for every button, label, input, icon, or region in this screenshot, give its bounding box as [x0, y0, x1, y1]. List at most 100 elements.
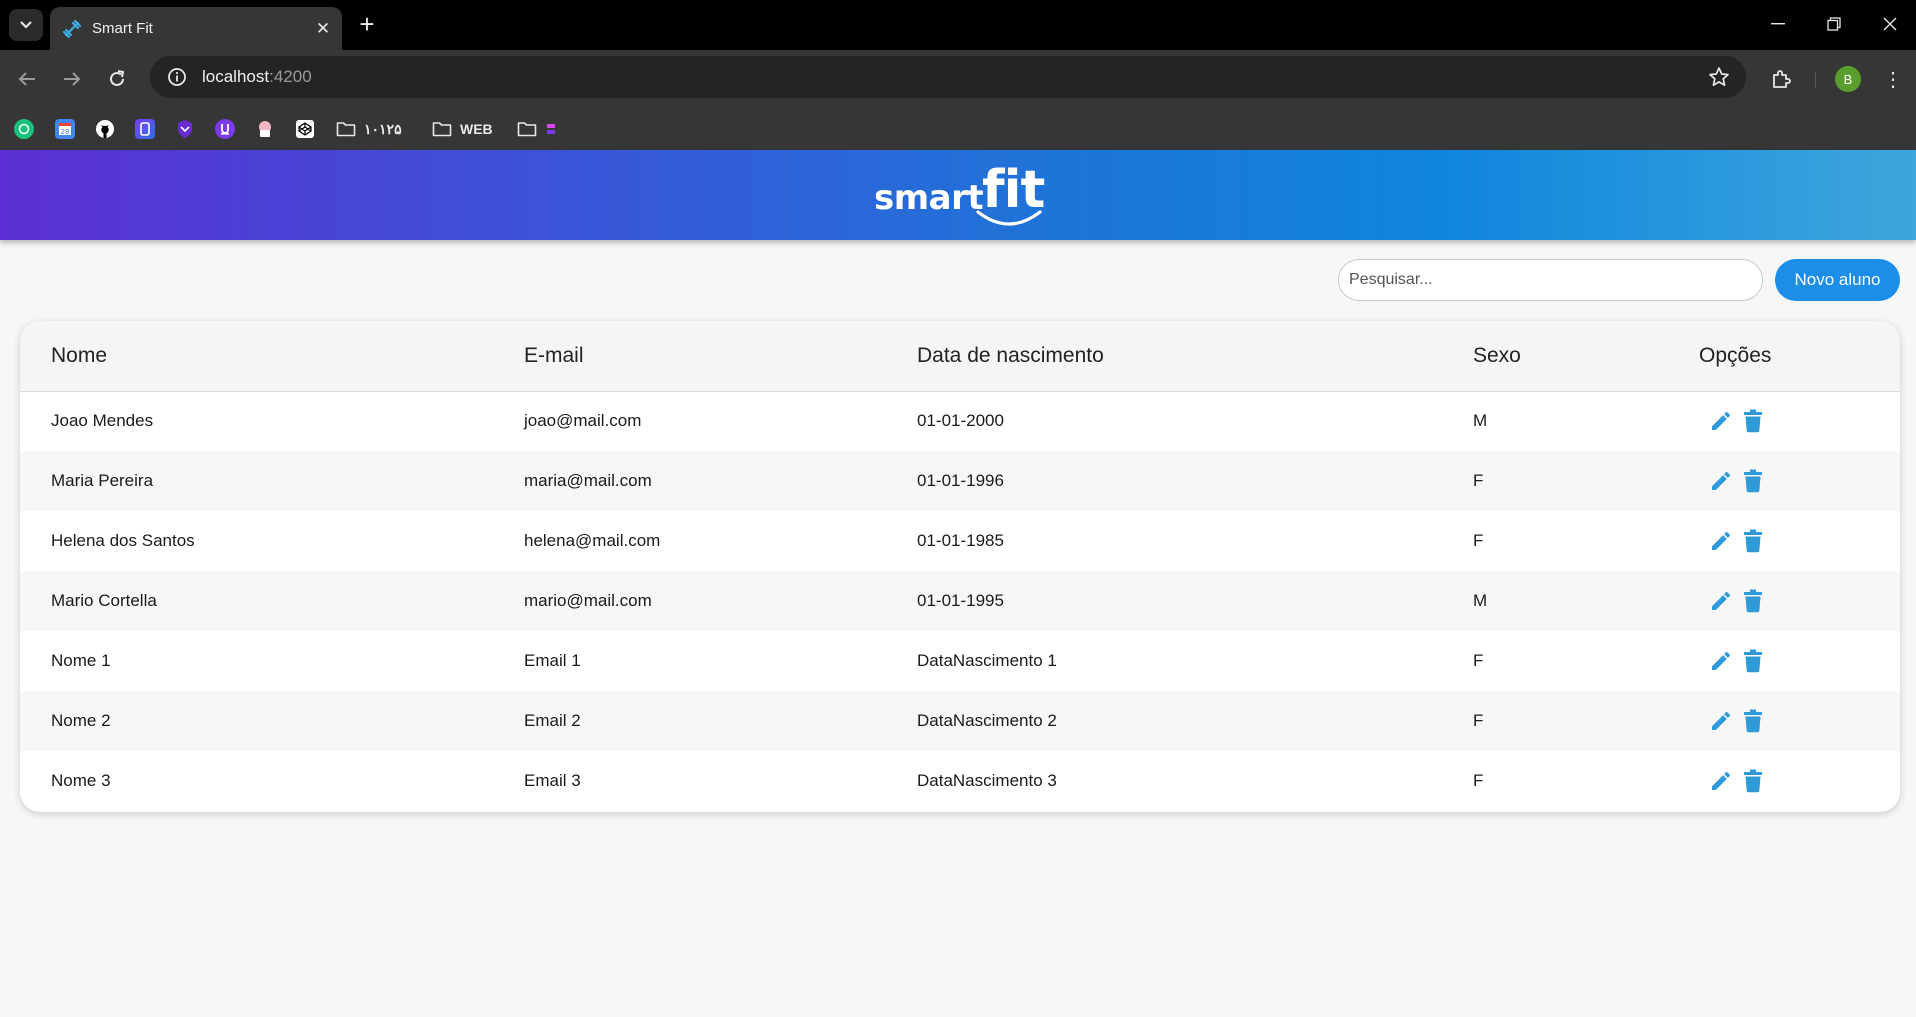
cell-opcoes	[1699, 451, 1900, 511]
codepen-icon	[295, 119, 315, 139]
cell-email: Email 1	[524, 651, 581, 670]
bookmark-app[interactable]	[135, 117, 155, 141]
minimize-icon[interactable]	[1758, 8, 1798, 40]
bookmark-shield[interactable]	[175, 117, 195, 141]
browser-tab-bar: Smart Fit ✕ +	[0, 0, 1916, 50]
bookmark-label: WEB	[460, 121, 493, 137]
browser-tab[interactable]: Smart Fit ✕	[50, 7, 342, 50]
students-table: Nome E-mail Data de nascimento Sexo Opçõ…	[20, 321, 1900, 811]
cell-sexo: F	[1473, 771, 1484, 790]
edit-icon[interactable]	[1709, 648, 1733, 674]
cell-nome: Joao Mendes	[51, 411, 154, 431]
bookmark-star-icon[interactable]	[1708, 66, 1730, 88]
trash-icon[interactable]	[1741, 528, 1765, 554]
cell-opcoes	[1699, 391, 1900, 451]
close-window-icon[interactable]	[1870, 8, 1910, 40]
table-header-row: Nome E-mail Data de nascimento Sexo Opçõ…	[20, 321, 1900, 391]
cell-email: helena@mail.com	[524, 531, 661, 550]
tab-title: Smart Fit	[92, 20, 153, 37]
bookmark-cupcake[interactable]	[255, 117, 275, 141]
new-tab-button[interactable]: +	[352, 10, 382, 40]
column-header-sexo: Sexo	[1473, 343, 1521, 367]
trash-icon[interactable]	[1741, 708, 1765, 734]
cell-nome: Helena dos Santos	[51, 531, 195, 550]
table-row: Joao Mendes joao@mail.com 01-01-2000 M	[20, 391, 1900, 451]
trash-icon[interactable]	[1741, 648, 1765, 674]
trash-icon[interactable]	[1741, 588, 1765, 614]
logo-text-smart: smart	[874, 178, 984, 218]
cell-sexo: F	[1473, 471, 1484, 490]
folder-icon	[432, 119, 452, 139]
toolbar-separator	[1815, 72, 1816, 88]
search-input[interactable]	[1338, 259, 1763, 301]
cupcake-icon	[255, 119, 275, 139]
back-button[interactable]	[10, 62, 44, 96]
column-header-email: E-mail	[524, 343, 584, 367]
cell-email: maria@mail.com	[524, 471, 652, 490]
edit-icon[interactable]	[1709, 708, 1733, 734]
table-row: Nome 3 Email 3 DataNascimento 3 F	[20, 751, 1900, 811]
bookmark-folder-web[interactable]: WEB	[432, 117, 493, 141]
table-row: Mario Cortella mario@mail.com 01-01-1995…	[20, 571, 1900, 631]
bookmark-label: ۱۰۱۲۵	[364, 120, 402, 137]
trash-icon[interactable]	[1741, 468, 1765, 494]
cell-nascimento: 01-01-1985	[917, 531, 1004, 550]
cell-opcoes	[1699, 511, 1900, 571]
bookmark-extension[interactable]	[215, 117, 235, 141]
table-row: Helena dos Santos helena@mail.com 01-01-…	[20, 511, 1900, 571]
more-menu-icon[interactable]: ⋮	[1880, 64, 1906, 94]
table-row: Nome 1 Email 1 DataNascimento 1 F	[20, 631, 1900, 691]
cell-nascimento: 01-01-1996	[917, 471, 1004, 490]
cell-opcoes	[1699, 571, 1900, 631]
edit-icon[interactable]	[1709, 468, 1733, 494]
edit-icon[interactable]	[1709, 528, 1733, 554]
trash-icon[interactable]	[1741, 768, 1765, 794]
tab-search-button[interactable]	[9, 9, 43, 41]
site-info-icon[interactable]	[156, 67, 198, 87]
bookmark-folder-1[interactable]: ۱۰۱۲۵	[336, 117, 402, 141]
cell-email: joao@mail.com	[524, 411, 642, 431]
restore-icon[interactable]	[1814, 8, 1854, 40]
bookmark-codepen[interactable]	[295, 117, 315, 141]
cell-opcoes	[1699, 751, 1900, 811]
cell-opcoes	[1699, 691, 1900, 751]
extensions-icon[interactable]	[1766, 64, 1796, 94]
cell-nascimento: 01-01-2000	[917, 411, 1004, 431]
close-tab-icon[interactable]: ✕	[310, 19, 336, 39]
app-icon	[135, 119, 155, 139]
bookmark-folder-3[interactable]	[517, 117, 557, 141]
dumbbell-icon	[62, 19, 82, 39]
cell-nome: Nome 1	[51, 651, 111, 670]
address-bar[interactable]: localhost:4200	[150, 56, 1746, 98]
arrow-left-icon	[18, 72, 35, 86]
calendar-icon: 28	[55, 119, 75, 139]
logo-smile-icon	[976, 210, 1042, 226]
bookmark-github[interactable]	[95, 117, 115, 141]
reload-button[interactable]	[100, 62, 134, 96]
bookmarks-bar: 28 ۱۰۱۲۵ WEB	[0, 108, 1916, 150]
arrow-right-icon	[64, 72, 81, 86]
cell-sexo: M	[1473, 591, 1488, 610]
edit-icon[interactable]	[1709, 408, 1733, 434]
svg-text:28: 28	[61, 128, 70, 136]
profile-avatar[interactable]: B	[1835, 66, 1861, 92]
cell-email: mario@mail.com	[524, 591, 652, 610]
chatgpt-icon	[14, 119, 34, 139]
cell-sexo: F	[1473, 651, 1484, 670]
forward-button[interactable]	[55, 62, 89, 96]
cell-sexo: M	[1473, 411, 1488, 431]
bookmark-calendar[interactable]: 28	[55, 117, 75, 141]
github-icon	[95, 119, 115, 139]
shield-icon	[175, 119, 195, 139]
new-student-button[interactable]: Novo aluno	[1775, 259, 1900, 301]
table-row: Nome 2 Email 2 DataNascimento 2 F	[20, 691, 1900, 751]
chevron-down-icon	[20, 21, 32, 29]
bookmark-chatgpt[interactable]	[14, 117, 34, 141]
cell-nome: Maria Pereira	[51, 471, 154, 490]
folder-icon	[517, 119, 537, 139]
cell-nascimento: 01-01-1995	[917, 591, 1004, 610]
edit-icon[interactable]	[1709, 588, 1733, 614]
url-text: localhost:4200	[202, 67, 312, 86]
trash-icon[interactable]	[1741, 408, 1765, 434]
edit-icon[interactable]	[1709, 768, 1733, 794]
